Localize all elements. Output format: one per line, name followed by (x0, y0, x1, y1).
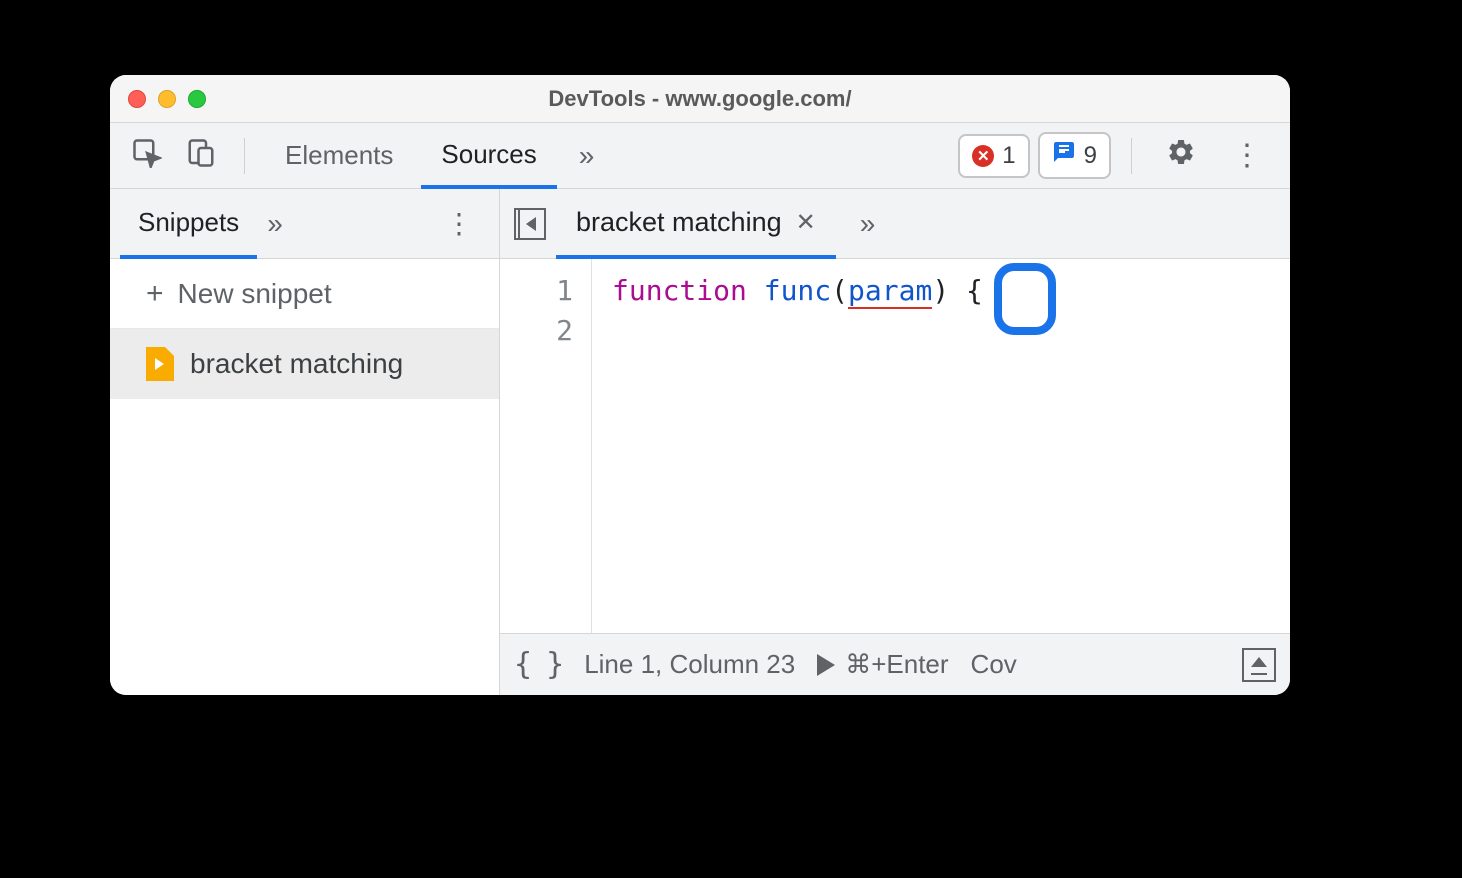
sidebar-more-icon[interactable]: » (257, 208, 293, 240)
editor-tab-label: bracket matching (576, 207, 782, 238)
code-area[interactable]: 1 2 function func(param) { (500, 259, 1290, 633)
body-split: Snippets » ⋮ + New snippet bracket match… (110, 189, 1290, 695)
issues-count: 9 (1084, 142, 1097, 170)
annotation-circle (994, 263, 1056, 335)
drawer-toggle-icon[interactable] (1242, 648, 1276, 682)
editor-tab-file[interactable]: bracket matching ✕ (556, 189, 836, 259)
snippet-file-item[interactable]: bracket matching (110, 329, 499, 399)
more-tabs-icon[interactable]: » (565, 140, 609, 172)
snippet-file-name: bracket matching (190, 348, 403, 380)
main-toolbar: Elements Sources » ✕ 1 9 ⋮ (110, 123, 1290, 189)
settings-icon[interactable] (1152, 137, 1210, 175)
sidebar: Snippets » ⋮ + New snippet bracket match… (110, 189, 500, 695)
cursor-position: Line 1, Column 23 (584, 649, 795, 680)
statusbar: { } Line 1, Column 23 ⌘+Enter Cov (500, 633, 1290, 695)
line-number-1: 1 (500, 271, 573, 311)
tab-elements[interactable]: Elements (265, 123, 413, 189)
sidebar-menu-icon[interactable]: ⋮ (429, 207, 489, 240)
editor-more-tabs-icon[interactable]: » (846, 208, 890, 240)
errors-count: 1 (1002, 142, 1015, 170)
format-icon[interactable]: { } (514, 647, 562, 682)
window-title: DevTools - www.google.com/ (110, 86, 1290, 112)
devtools-window: DevTools - www.google.com/ Elements Sour… (110, 75, 1290, 695)
code-function-name: func (764, 274, 831, 307)
toolbar-divider-2 (1131, 138, 1132, 174)
code-text[interactable]: function func(param) { (592, 259, 983, 633)
issues-badge[interactable]: 9 (1038, 132, 1111, 179)
toolbar-divider (244, 138, 245, 174)
error-icon: ✕ (972, 145, 994, 167)
editor-tabs: bracket matching ✕ » (500, 189, 1290, 259)
navigator-toggle-icon[interactable] (514, 208, 546, 240)
code-close-paren: ) (932, 274, 949, 307)
editor: bracket matching ✕ » 1 2 function func(p… (500, 189, 1290, 695)
code-open-brace: { (966, 274, 983, 307)
snippet-file-icon (146, 347, 174, 381)
issues-icon (1052, 140, 1076, 171)
device-toggle-icon[interactable] (178, 138, 224, 173)
line-gutter: 1 2 (500, 259, 592, 633)
plus-icon: + (146, 277, 164, 311)
errors-badge[interactable]: ✕ 1 (958, 134, 1029, 178)
more-menu-icon[interactable]: ⋮ (1218, 138, 1276, 173)
new-snippet-label: New snippet (178, 278, 332, 310)
inspect-element-icon[interactable] (124, 138, 170, 173)
code-param: param (848, 274, 932, 309)
code-open-paren: ( (831, 274, 848, 307)
sidebar-tabs: Snippets » ⋮ (110, 189, 499, 259)
coverage-label[interactable]: Cov (971, 649, 1017, 680)
line-number-2: 2 (500, 311, 573, 351)
run-shortcut: ⌘+Enter (845, 649, 948, 680)
code-space (949, 274, 966, 307)
titlebar: DevTools - www.google.com/ (110, 75, 1290, 123)
tab-sources[interactable]: Sources (421, 123, 556, 189)
play-icon (817, 654, 835, 676)
run-snippet-button[interactable]: ⌘+Enter (817, 649, 948, 680)
code-keyword: function (612, 274, 747, 307)
sidebar-tab-snippets[interactable]: Snippets (120, 189, 257, 259)
close-tab-icon[interactable]: ✕ (796, 208, 816, 237)
new-snippet-button[interactable]: + New snippet (110, 259, 499, 329)
